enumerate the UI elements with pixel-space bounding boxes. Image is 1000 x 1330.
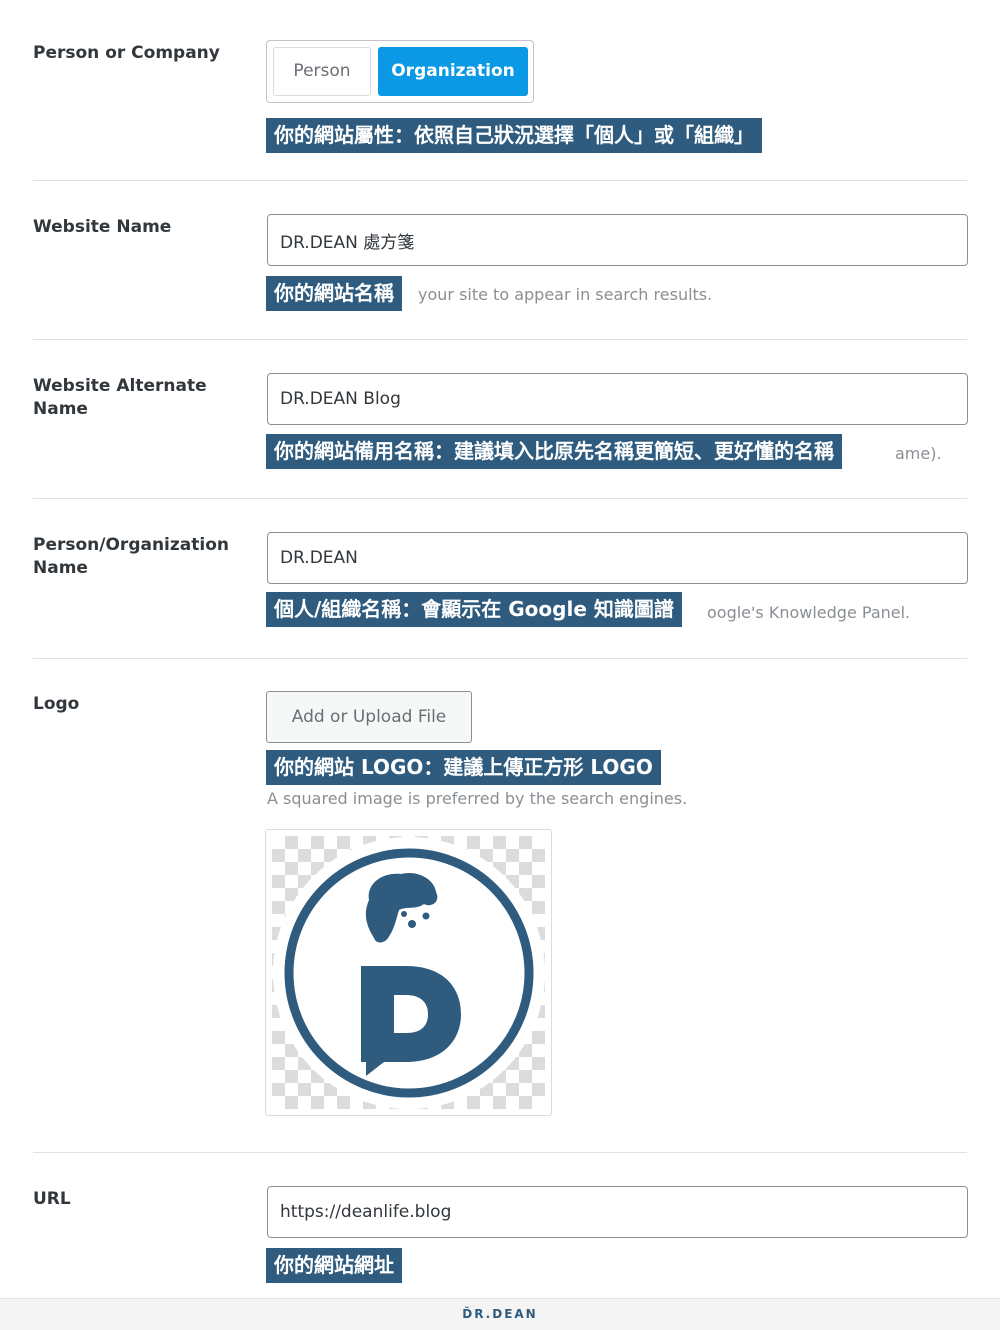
person-company-toggle: Person Organization bbox=[266, 40, 534, 103]
divider bbox=[33, 1152, 967, 1153]
person-company-label: Person or Company bbox=[33, 43, 220, 63]
footer-bar: ĎR.DEAN bbox=[0, 1298, 1000, 1330]
org-name-label: Person/Organization Name bbox=[33, 535, 229, 578]
footer-brand-logo: ĎR.DEAN bbox=[462, 1307, 538, 1321]
person-option-button[interactable]: Person bbox=[273, 47, 371, 96]
divider bbox=[33, 339, 967, 340]
upload-file-button[interactable]: Add or Upload File bbox=[266, 691, 472, 743]
logo-note: 你的網站 LOGO：建議上傳正方形 LOGO bbox=[266, 750, 661, 785]
divider bbox=[33, 658, 967, 659]
org-name-note: 個人/組織名稱：會顯示在 Google 知識圖譜 bbox=[266, 592, 682, 627]
org-name-input[interactable] bbox=[267, 532, 968, 584]
url-label: URL bbox=[33, 1189, 71, 1209]
drdean-logo-icon bbox=[273, 837, 545, 1109]
logo-preview[interactable] bbox=[265, 829, 552, 1116]
divider bbox=[33, 180, 967, 181]
person-company-note: 你的網站屬性：依照自己狀況選擇「個人」或「組織」 bbox=[266, 118, 762, 153]
alternate-name-input[interactable] bbox=[267, 373, 968, 425]
website-name-label: Website Name bbox=[33, 217, 172, 237]
alternate-name-description: ame). bbox=[895, 444, 942, 463]
website-name-note: 你的網站名稱 bbox=[266, 276, 402, 311]
divider bbox=[33, 498, 967, 499]
alternate-name-label: Website Alternate Name bbox=[33, 376, 207, 419]
org-name-description: oogle's Knowledge Panel. bbox=[707, 603, 911, 622]
logo-description: A squared image is preferred by the sear… bbox=[267, 789, 688, 808]
logo-label: Logo bbox=[33, 694, 80, 714]
website-name-input[interactable] bbox=[267, 214, 968, 266]
url-input[interactable] bbox=[267, 1186, 968, 1238]
organization-option-button[interactable]: Organization bbox=[378, 47, 528, 96]
website-name-description: your site to appear in search results. bbox=[418, 285, 713, 304]
url-note: 你的網站網址 bbox=[266, 1248, 402, 1283]
alternate-name-note: 你的網站備用名稱：建議填入比原先名稱更簡短、更好懂的名稱 bbox=[266, 434, 842, 469]
